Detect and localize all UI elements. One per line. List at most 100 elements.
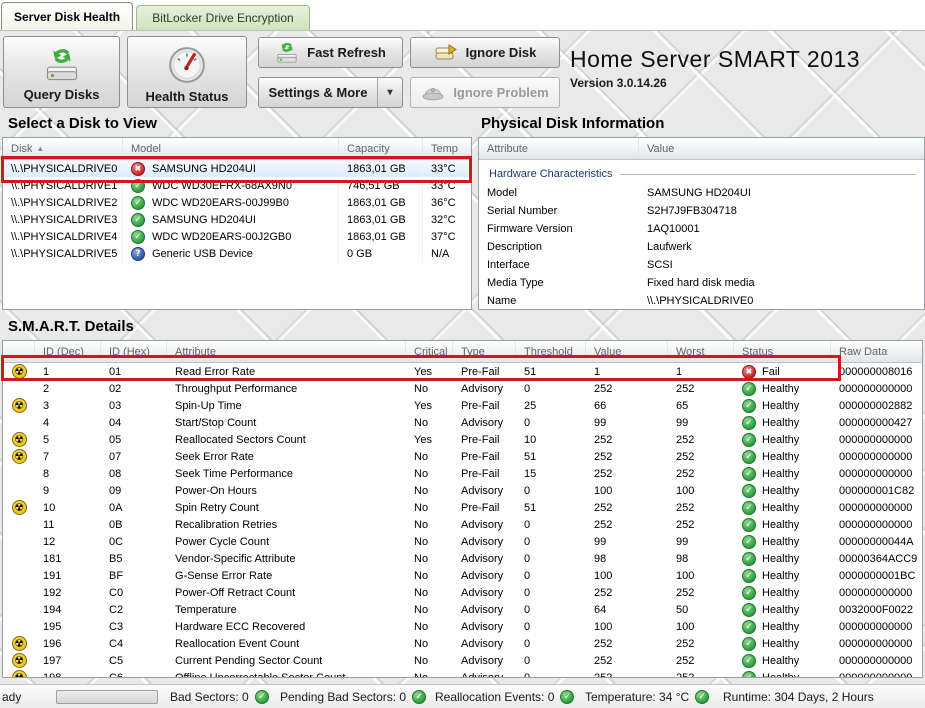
smart-row[interactable]: ☢303Spin-Up TimeYesPre-Fail256665✓Health…	[3, 397, 922, 414]
tab-bitlocker-drive-encryption[interactable]: BitLocker Drive Encryption	[136, 5, 310, 30]
smart-row[interactable]: 195C3Hardware ECC RecoveredNoAdvisory010…	[3, 618, 922, 635]
radiation-icon: ☢	[12, 636, 27, 651]
smart-row[interactable]: 120CPower Cycle CountNoAdvisory09999✓Hea…	[3, 533, 922, 550]
smart-id-dec-cell: 3	[35, 400, 101, 412]
column-header-attribute[interactable]: Attribute	[479, 138, 639, 159]
disk-name-cell: \\.\PHYSICALDRIVE4	[3, 228, 123, 245]
query-disks-button[interactable]: Query Disks	[3, 36, 120, 108]
settings-more-button[interactable]: Settings & More ▾	[258, 77, 403, 108]
column-header-critical[interactable]: Critical	[406, 341, 453, 362]
disk-row[interactable]: \\.\PHYSICALDRIVE2✓WDC WD20EARS-00J99B01…	[3, 194, 471, 211]
disk-model-label: WDC WD20EARS-00J99B0	[152, 197, 289, 209]
smart-raw-data-cell: 000000000000	[831, 434, 922, 446]
smart-worst-cell: 100	[668, 621, 734, 633]
healthy-icon: ✓	[131, 230, 145, 244]
smart-critical-cell: No	[406, 587, 453, 599]
smart-row[interactable]: 909Power-On HoursNoAdvisory0100100✓Healt…	[3, 482, 922, 499]
smart-attribute-cell: Spin Retry Count	[167, 502, 406, 514]
smart-row[interactable]: ☢101Read Error RateYesPre-Fail5111✖Fail0…	[3, 363, 922, 380]
disk-row[interactable]: \\.\PHYSICALDRIVE1✓WDC WD30EFRX-68AX9N07…	[3, 177, 471, 194]
column-header-capacity[interactable]: Capacity	[339, 138, 423, 159]
disk-row[interactable]: \\.\PHYSICALDRIVE3✓SAMSUNG HD204UI1863,0…	[3, 211, 471, 228]
smart-row[interactable]: 110BRecalibration RetriesNoAdvisory02522…	[3, 516, 922, 533]
smart-row[interactable]: ☢505Reallocated Sectors CountYesPre-Fail…	[3, 431, 922, 448]
smart-section-title: S.M.A.R.T. Details	[8, 318, 134, 335]
info-group-label: Hardware Characteristics	[489, 168, 612, 180]
ignore-disk-button[interactable]: Ignore Disk	[410, 37, 560, 68]
smart-row[interactable]: ☢197C5Current Pending Sector CountNoAdvi…	[3, 652, 922, 669]
healthy-icon: ✓	[742, 603, 756, 617]
smart-row[interactable]: 192C0Power-Off Retract CountNoAdvisory02…	[3, 584, 922, 601]
radiation-icon: ☢	[12, 653, 27, 668]
smart-row[interactable]: ☢196C4Reallocation Event CountNoAdvisory…	[3, 635, 922, 652]
column-header-raw-data[interactable]: Raw Data	[831, 341, 922, 362]
status-segment: Reallocation Events: 0✓	[435, 685, 574, 708]
status-segment-label: Reallocation Events: 0	[435, 690, 554, 704]
smart-worst-cell: 252	[668, 451, 734, 463]
smart-row[interactable]: ☢198C6Offline Uncorrectable Sector Count…	[3, 669, 922, 678]
health-status-button[interactable]: Health Status	[127, 36, 247, 108]
fast-refresh-button[interactable]: Fast Refresh	[258, 37, 403, 68]
smart-row[interactable]: ☢100ASpin Retry CountNoPre-Fail51252252✓…	[3, 499, 922, 516]
column-header-attribute[interactable]: Attribute	[167, 341, 406, 362]
smart-status-cell: ✓Healthy	[734, 620, 831, 634]
tab-server-disk-health[interactable]: Server Disk Health	[1, 2, 133, 30]
column-header-value[interactable]: Value	[586, 341, 668, 362]
smart-type-cell: Pre-Fail	[453, 366, 516, 378]
column-header-disk[interactable]: Disk ▲	[3, 138, 123, 159]
smart-row[interactable]: ☢707Seek Error RateNoPre-Fail51252252✓He…	[3, 448, 922, 465]
disk-row[interactable]: \\.\PHYSICALDRIVE5?Generic USB Device0 G…	[3, 245, 471, 262]
healthy-icon: ✓	[742, 416, 756, 430]
info-table-body: ModelSAMSUNG HD204UISerial NumberS2H7J9F…	[479, 184, 924, 310]
smart-threshold-cell: 0	[516, 553, 586, 565]
column-header-threshold[interactable]: Threshold	[516, 341, 586, 362]
smart-status-label: Healthy	[762, 417, 799, 429]
smart-flag-cell: ☢	[3, 449, 35, 464]
settings-more-dropdown[interactable]: ▾	[377, 78, 402, 107]
smart-id-hex-cell: 05	[101, 434, 167, 446]
smart-flag-cell: ☢	[3, 432, 35, 447]
smart-row[interactable]: 202Throughput PerformanceNoAdvisory02522…	[3, 380, 922, 397]
column-header-value[interactable]: Value	[639, 138, 924, 159]
smart-status-cell: ✓Healthy	[734, 586, 831, 600]
smart-raw-data-cell: 0000000001BC	[831, 570, 922, 582]
column-header-id-dec[interactable]: ID (Dec)	[35, 341, 101, 362]
healthy-icon: ✓	[255, 690, 269, 704]
column-label: Model	[131, 143, 161, 155]
disk-model-label: WDC WD30EFRX-68AX9N0	[152, 180, 292, 192]
disk-row[interactable]: \\.\PHYSICALDRIVE0✖SAMSUNG HD204UI1863,0…	[3, 160, 471, 177]
app-window: Server Disk Health BitLocker Drive Encry…	[0, 0, 925, 708]
info-row: Serial NumberS2H7J9FB304718	[479, 202, 924, 220]
smart-flag-cell: ☢	[3, 636, 35, 651]
column-header-id-hex[interactable]: ID (Hex)	[101, 341, 167, 362]
info-row: ModelSAMSUNG HD204UI	[479, 184, 924, 202]
smart-type-cell: Pre-Fail	[453, 451, 516, 463]
smart-row[interactable]: 181B5Vendor-Specific AttributeNoAdvisory…	[3, 550, 922, 567]
disk-temp-cell: 33°C	[423, 177, 471, 194]
column-header-model[interactable]: Model	[123, 138, 339, 159]
info-attribute-cell: Firmware Version	[479, 223, 639, 235]
smart-critical-cell: No	[406, 604, 453, 616]
smart-status-cell: ✓Healthy	[734, 450, 831, 464]
smart-status-cell: ✓ Healthy	[734, 416, 831, 430]
smart-row[interactable]: 404Start/Stop CountNoAdvisory09999✓Healt…	[3, 414, 922, 431]
smart-raw-data-cell: 000000002882	[831, 400, 922, 412]
column-header-temp[interactable]: Temp	[423, 138, 471, 159]
column-header-type[interactable]: Type	[453, 341, 516, 362]
smart-row[interactable]: 808Seek Time PerformanceNoPre-Fail152522…	[3, 465, 922, 482]
disk-model-cell: ✓WDC WD20EARS-00J99B0	[123, 194, 339, 211]
smart-id-dec-cell: 8	[35, 468, 101, 480]
column-header-status[interactable]: Status	[734, 341, 831, 362]
healthy-icon: ✓	[742, 450, 756, 464]
info-row: Firmware Version1AQ10001	[479, 220, 924, 238]
smart-row[interactable]: 194C2TemperatureNoAdvisory06450✓Healthy0…	[3, 601, 922, 618]
healthy-icon: ✓	[742, 654, 756, 668]
column-header-worst[interactable]: Worst	[668, 341, 734, 362]
disk-row[interactable]: \\.\PHYSICALDRIVE4✓WDC WD20EARS-00J2GB01…	[3, 228, 471, 245]
smart-row[interactable]: 191BFG-Sense Error RateNoAdvisory0100100…	[3, 567, 922, 584]
settings-more-label[interactable]: Settings & More	[259, 78, 377, 107]
info-attribute-cell: Media Type	[479, 277, 639, 289]
ignore-problem-button: Ignore Problem	[410, 77, 560, 108]
smart-type-cell: Advisory	[453, 638, 516, 650]
smart-worst-cell: 50	[668, 604, 734, 616]
